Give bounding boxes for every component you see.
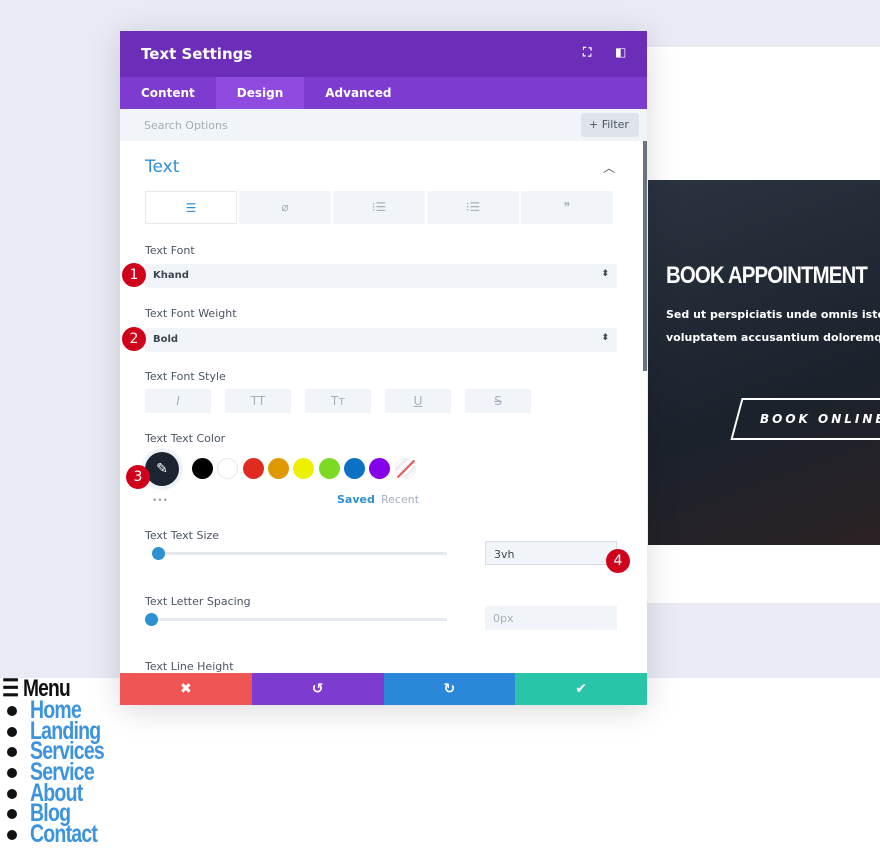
redo-button[interactable]: ↻	[383, 673, 516, 705]
hero-title: BOOK APPOINTMENT	[666, 262, 868, 289]
text-color-label: Text Text Color	[145, 432, 226, 445]
search-options-input[interactable]: Search Options + Filter	[120, 109, 647, 141]
menu-item-contact[interactable]: Contact	[2, 822, 125, 847]
chevron-up-icon[interactable]: ︿	[603, 159, 615, 176]
capitalize-button[interactable]: Tт	[305, 389, 371, 413]
strikethrough-button[interactable]: S	[465, 389, 531, 413]
color-swatch[interactable]	[318, 458, 340, 479]
more-options-icon[interactable]: •••	[152, 496, 168, 506]
slider-handle[interactable]	[145, 613, 158, 626]
text-font-label: Text Font	[145, 244, 195, 257]
fullscreen-icon[interactable]: ⛶	[583, 45, 591, 60]
color-swatch[interactable]	[369, 458, 391, 479]
recent-colors-tab[interactable]: Recent	[381, 493, 419, 506]
color-swatch[interactable]	[293, 458, 315, 479]
modal-title: Text Settings	[141, 45, 253, 63]
step-badge: 3	[126, 465, 150, 489]
modal-footer: ✖ ↺ ↻ ✔	[120, 673, 647, 705]
text-settings-modal: Text Settings ⛶ ◧ Content Design Advance…	[120, 31, 647, 705]
sidebar-toggle-icon[interactable]: ◧	[615, 45, 626, 59]
color-swatch[interactable]	[217, 458, 239, 479]
text-size-input[interactable]: 3vh	[485, 541, 617, 565]
tab-design[interactable]: Design	[215, 77, 305, 109]
color-swatch[interactable]	[267, 458, 289, 479]
step-badge: 1	[122, 263, 146, 287]
hero-text-line: Sed ut perspiciatis unde omnis iste nat	[666, 308, 880, 321]
step-badge: 2	[122, 327, 146, 351]
line-height-label: Text Line Height	[145, 660, 234, 673]
text-font-select[interactable]: Khand	[145, 264, 617, 288]
color-swatch[interactable]	[242, 458, 264, 479]
saved-colors-tab[interactable]: Saved	[337, 493, 375, 506]
tab-content[interactable]: Content	[120, 77, 216, 109]
text-alignment-group: ☰ ⌀ ⁝☰ ⁝☰ ❞	[145, 191, 613, 224]
hamburger-icon: ☰	[2, 675, 19, 702]
slider-handle[interactable]	[152, 547, 165, 560]
eyedropper-icon[interactable]: ✎	[145, 452, 179, 486]
align-left-icon[interactable]: ☰	[145, 191, 237, 224]
no-color-swatch[interactable]	[395, 458, 416, 479]
color-swatch[interactable]	[343, 458, 365, 479]
cancel-button[interactable]: ✖	[120, 673, 252, 705]
underline-button[interactable]: U	[385, 389, 451, 413]
text-font-style-label: Text Font Style	[145, 370, 226, 383]
letter-spacing-label: Text Letter Spacing	[145, 595, 251, 608]
save-button[interactable]: ✔	[515, 673, 647, 705]
color-swatch[interactable]	[192, 458, 213, 479]
letter-spacing-input[interactable]: 0px	[485, 606, 617, 630]
text-size-label: Text Text Size	[145, 529, 220, 542]
tab-bar: Content Design Advanced	[120, 77, 647, 109]
modal-header: Text Settings ⛶ ◧	[120, 31, 647, 77]
book-online-button[interactable]: BOOK ONLINE ▸	[730, 398, 880, 440]
text-size-slider[interactable]	[152, 547, 447, 560]
unordered-list-icon[interactable]: ⁝☰	[333, 191, 425, 224]
text-font-weight-select[interactable]: Bold	[145, 328, 617, 352]
ordered-list-icon[interactable]: ⁝☰	[427, 191, 519, 224]
hero-text-line: voluptatem accusantium doloremque l	[666, 331, 880, 344]
link-icon[interactable]: ⌀	[239, 191, 331, 224]
menu-nav: ☰ Menu Home Landing Services Service About Bl…	[2, 674, 125, 847]
step-badge: 4	[606, 549, 630, 573]
section-title[interactable]: Text	[145, 157, 179, 177]
letter-spacing-slider[interactable]	[145, 613, 447, 626]
quote-icon[interactable]: ❞	[521, 191, 613, 224]
uppercase-button[interactable]: TT	[225, 389, 291, 413]
undo-button[interactable]: ↺	[251, 673, 384, 705]
italic-button[interactable]: I	[145, 389, 211, 413]
text-font-weight-label: Text Font Weight	[145, 307, 237, 320]
tab-advanced[interactable]: Advanced	[304, 77, 412, 109]
filter-button[interactable]: + Filter	[581, 113, 639, 137]
hero-banner: BOOK APPOINTMENT Sed ut perspiciatis und…	[648, 180, 880, 545]
